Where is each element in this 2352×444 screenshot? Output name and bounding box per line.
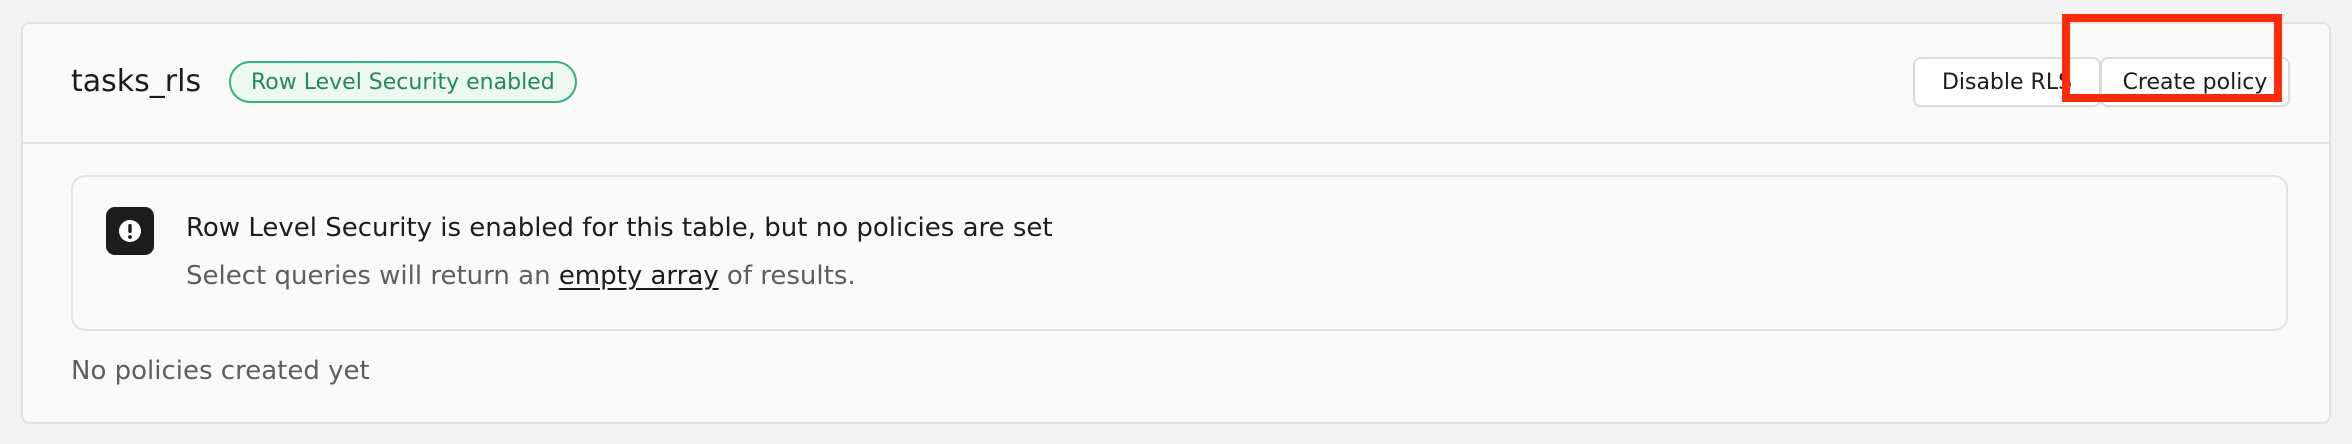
- notice-text-after: of results.: [718, 261, 856, 291]
- create-policy-button[interactable]: Create policy: [2100, 57, 2290, 107]
- disable-rls-button[interactable]: Disable RLS: [1913, 57, 2101, 107]
- notice-text-before: Select queries will return an: [186, 261, 559, 291]
- notice-title: Row Level Security is enabled for this t…: [186, 213, 1053, 243]
- rls-status-badge: Row Level Security enabled: [229, 61, 577, 103]
- panel-header: tasks_rls Row Level Security enabled Dis…: [23, 24, 2329, 144]
- alert-icon: [106, 207, 154, 255]
- table-name: tasks_rls: [71, 64, 202, 99]
- no-policies-notice: Row Level Security is enabled for this t…: [71, 175, 2288, 331]
- rls-policy-panel: tasks_rls Row Level Security enabled Dis…: [21, 22, 2331, 424]
- empty-policies-message: No policies created yet: [71, 356, 370, 386]
- notice-description: Select queries will return an empty arra…: [186, 259, 856, 293]
- empty-array-link[interactable]: empty array: [559, 261, 719, 291]
